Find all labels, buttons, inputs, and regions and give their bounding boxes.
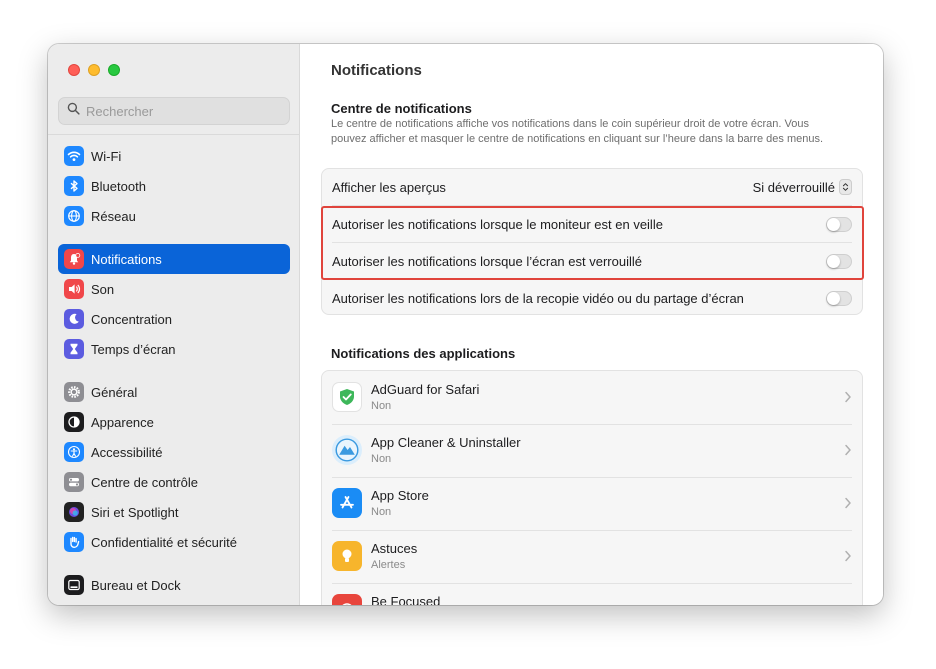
- app-notifications-title: Notifications des applications: [331, 346, 516, 361]
- hourglass-icon: [64, 339, 84, 359]
- screen-sharing-toggle[interactable]: [826, 291, 852, 306]
- sidebar-item-label: Son: [91, 281, 115, 297]
- app-row-adguard[interactable]: AdGuard for Safari Non: [322, 371, 862, 424]
- sidebar-item-label: Général: [91, 384, 138, 400]
- close-button[interactable]: [68, 64, 80, 76]
- sidebar-item-siri-spotlight[interactable]: Siri et Spotlight: [58, 497, 290, 527]
- sidebar-item-label: Notifications: [91, 251, 162, 267]
- sidebar-divider: [48, 134, 300, 135]
- sidebar: Wi-Fi Bluetooth Réseau Notifications Son: [48, 44, 300, 605]
- app-row-tips[interactable]: Astuces Alertes: [322, 530, 862, 583]
- chevron-right-icon: [845, 497, 851, 509]
- speaker-icon: [64, 279, 84, 299]
- search-input[interactable]: [86, 103, 276, 119]
- app-row-be-focused[interactable]: Be Focused: [322, 583, 862, 605]
- tips-icon: [332, 541, 362, 571]
- hand-icon: [64, 532, 84, 552]
- sidebar-item-bluetooth[interactable]: Bluetooth: [58, 171, 290, 201]
- window-controls: [68, 64, 120, 76]
- search-field[interactable]: [58, 97, 290, 125]
- sidebar-item-control-center[interactable]: Centre de contrôle: [58, 467, 290, 497]
- globe-icon: [64, 206, 84, 226]
- sidebar-item-network[interactable]: Réseau: [58, 201, 290, 231]
- preview-select[interactable]: Si déverrouillé: [753, 179, 852, 195]
- app-name: App Store: [371, 488, 429, 503]
- sidebar-item-accessibility[interactable]: Accessibilité: [58, 437, 290, 467]
- sidebar-item-notifications[interactable]: Notifications: [58, 244, 290, 274]
- sidebar-item-privacy-security[interactable]: Confidentialité et sécurité: [58, 527, 290, 557]
- zoom-button[interactable]: [108, 64, 120, 76]
- sidebar-item-label: Accessibilité: [91, 444, 163, 460]
- bell-icon: [64, 249, 84, 269]
- notification-center-title: Centre de notifications: [331, 101, 472, 116]
- minimize-button[interactable]: [88, 64, 100, 76]
- sidebar-item-label: Confidentialité et sécurité: [91, 534, 237, 550]
- app-name: Astuces: [371, 541, 418, 556]
- app-status: Non: [371, 453, 392, 465]
- chevron-right-icon: [845, 550, 851, 562]
- control-center-icon: [64, 472, 84, 492]
- appearance-icon: [64, 412, 84, 432]
- sidebar-item-sound[interactable]: Son: [58, 274, 290, 304]
- sidebar-item-screen-time[interactable]: Temps d’écran: [58, 334, 290, 364]
- app-name: Be Focused: [371, 594, 441, 605]
- chevron-right-icon: [845, 391, 851, 403]
- sidebar-item-label: Bluetooth: [91, 178, 146, 194]
- sidebar-item-appearance[interactable]: Apparence: [58, 407, 290, 437]
- app-row-app-cleaner[interactable]: App Cleaner & Uninstaller Non: [322, 424, 862, 477]
- sidebar-item-label: Temps d’écran: [91, 341, 176, 357]
- page-title: Notifications: [331, 62, 422, 79]
- chevron-up-down-icon: [839, 179, 852, 195]
- app-row-app-store[interactable]: App Store Non: [322, 477, 862, 530]
- notification-center-description: Le centre de notifications affiche vos n…: [331, 118, 824, 145]
- sidebar-item-label: Wi-Fi: [91, 148, 122, 164]
- preview-row: Afficher les aperçus Si déverrouillé: [322, 169, 862, 206]
- moon-icon: [64, 309, 84, 329]
- sidebar-item-label: Siri et Spotlight: [91, 504, 179, 520]
- app-status: Non: [371, 506, 392, 518]
- app-name: AdGuard for Safari: [371, 382, 480, 397]
- toggle-knob: [827, 292, 840, 305]
- sidebar-item-wifi[interactable]: Wi-Fi: [58, 141, 290, 171]
- sidebar-item-general[interactable]: Général: [58, 377, 290, 407]
- app-notifications-list: AdGuard for Safari Non App Cleaner & Uni…: [321, 370, 863, 605]
- sidebar-item-label: Centre de contrôle: [91, 474, 198, 490]
- siri-icon: [64, 502, 84, 522]
- wifi-icon: [64, 146, 84, 166]
- screen-sharing-label: Autoriser les notifications lors de la r…: [332, 291, 744, 306]
- app-status: Alertes: [371, 559, 406, 571]
- settings-window: Wi-Fi Bluetooth Réseau Notifications Son: [48, 44, 883, 605]
- preview-value: Si déverrouillé: [752, 179, 835, 195]
- sidebar-item-label: Bureau et Dock: [91, 577, 181, 593]
- sidebar-item-label: Réseau: [91, 208, 136, 224]
- bluetooth-icon: [64, 176, 84, 196]
- be-focused-icon: [332, 594, 362, 605]
- highlight-box: [321, 206, 864, 280]
- screen-sharing-row: Autoriser les notifications lors de la r…: [322, 280, 862, 317]
- gear-icon: [64, 382, 84, 402]
- adguard-icon: [332, 382, 362, 412]
- main-content: Notifications Centre de notifications Le…: [301, 44, 883, 605]
- app-store-icon: [332, 488, 362, 518]
- search-icon: [67, 102, 80, 120]
- chevron-right-icon: [845, 444, 851, 456]
- app-status: Non: [371, 400, 392, 412]
- sidebar-item-focus[interactable]: Concentration: [58, 304, 290, 334]
- sidebar-item-label: Concentration: [91, 311, 172, 327]
- dock-icon: [64, 575, 84, 595]
- sidebar-item-label: Apparence: [91, 414, 154, 430]
- sidebar-item-desktop-dock[interactable]: Bureau et Dock: [58, 570, 290, 600]
- app-name: App Cleaner & Uninstaller: [371, 435, 521, 450]
- preview-label: Afficher les aperçus: [332, 180, 446, 195]
- accessibility-icon: [64, 442, 84, 462]
- app-cleaner-icon: [332, 435, 362, 465]
